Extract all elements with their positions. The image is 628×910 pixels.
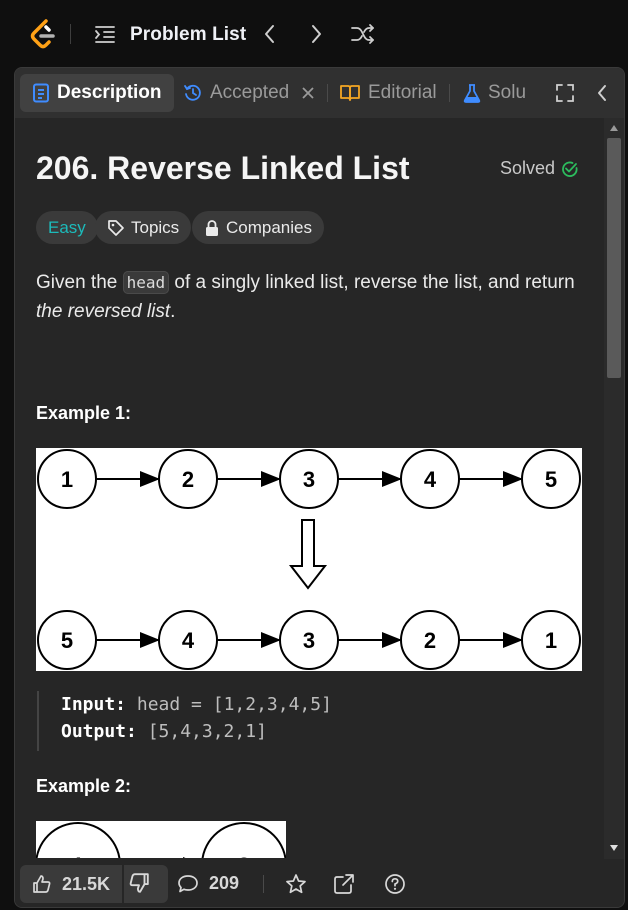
scrollbar[interactable] (604, 118, 624, 860)
close-icon[interactable] (301, 86, 315, 100)
lock-icon (206, 219, 218, 236)
tab-label: Description (57, 82, 162, 103)
like-count: 21.5K (62, 873, 111, 894)
example-1-io: Input: head = [1,2,3,4,5] Output: [5,4,3… (37, 691, 332, 751)
topics-label: Topics (131, 217, 180, 237)
tab-divider (449, 84, 450, 102)
tab-bar: Description Accepted Editorial Solu (15, 68, 624, 118)
document-icon (33, 83, 49, 103)
description-content: 206. Reverse Linked List Solved Easy Top… (15, 118, 604, 858)
example-2-diagram: 12 (36, 821, 286, 858)
thumbs-down-icon[interactable] (128, 872, 150, 894)
vote-divider (122, 865, 124, 903)
description-text: Given the (36, 272, 123, 293)
star-icon[interactable] (285, 873, 307, 895)
history-icon (184, 84, 201, 101)
scroll-thumb[interactable] (607, 138, 621, 378)
vote-group: 21.5K (20, 865, 168, 903)
diagram-row: 12 (36, 822, 286, 858)
help-icon[interactable] (384, 873, 406, 895)
list-icon[interactable] (94, 24, 116, 44)
list-node-value: 3 (303, 628, 315, 653)
description-emphasis: the reversed list (36, 301, 171, 322)
comment-count: 209 (209, 873, 240, 893)
tab-accepted[interactable]: Accepted (183, 74, 315, 112)
list-node-value: 4 (182, 628, 195, 653)
shuffle-icon[interactable] (350, 22, 376, 46)
tab-editorial[interactable]: Editorial (339, 74, 437, 112)
problem-list-link[interactable]: Problem List (130, 24, 246, 46)
tab-label: Accepted (210, 82, 290, 103)
down-arrow-shape (288, 519, 328, 590)
chevron-right-icon[interactable] (308, 22, 324, 46)
book-icon (340, 85, 360, 101)
list-node-value: 1 (545, 628, 557, 653)
action-bar: 21.5K 209 (15, 859, 624, 907)
tab-divider (327, 84, 328, 102)
problem-description: Given the head of a singly linked list, … (36, 268, 596, 326)
example-1-title: Example 1: (36, 403, 132, 423)
input-label: Input: (61, 694, 127, 715)
top-navigation-bar: Problem List (0, 0, 628, 68)
diagram-bottom-row: 5 4 3 2 1 (37, 610, 581, 670)
list-node-value: 1 (61, 467, 73, 492)
diagram-top-row: 1 2 3 4 5 (37, 449, 581, 509)
solved-label: Solved (500, 158, 556, 178)
comment-icon (178, 874, 198, 892)
tab-label: Solu (488, 82, 527, 103)
scroll-down-icon[interactable] (609, 844, 619, 852)
flask-icon (463, 84, 481, 103)
list-node-value: 1 (72, 853, 84, 858)
example-2-title: Example 2: (36, 776, 132, 796)
tag-icon (108, 219, 124, 236)
thumbs-up-icon (33, 875, 51, 893)
list-node-value: 3 (303, 467, 315, 492)
description-text: . (170, 301, 176, 322)
like-button[interactable]: 21.5K (20, 865, 122, 903)
companies-label: Companies (226, 217, 312, 237)
difficulty-badge: Easy (36, 211, 98, 244)
output-value: [5,4,3,2,1] (147, 721, 267, 742)
topics-button[interactable]: Topics (95, 211, 192, 244)
fullscreen-icon[interactable] (555, 83, 575, 103)
tab-description[interactable]: Description (20, 74, 174, 112)
problem-title: 206. Reverse Linked List (36, 150, 410, 186)
description-text: of a singly linked list, reverse the lis… (169, 272, 575, 293)
logo-icon[interactable] (28, 18, 58, 50)
list-node-value: 2 (424, 628, 436, 653)
problem-panel: Description Accepted Editorial Solu 206.… (14, 67, 625, 908)
list-node-value: 2 (238, 853, 250, 858)
share-icon[interactable] (333, 873, 355, 895)
action-divider (263, 875, 264, 893)
topbar-divider (70, 24, 71, 44)
input-value: head = [1,2,3,4,5] (136, 694, 332, 715)
companies-button[interactable]: Companies (192, 211, 324, 244)
scroll-up-icon[interactable] (609, 124, 619, 132)
list-node-value: 5 (545, 467, 557, 492)
example-1-diagram: 1 2 3 4 5 5 4 3 2 1 (36, 448, 582, 671)
output-label: Output: (61, 721, 137, 742)
list-node-value: 5 (61, 628, 73, 653)
chevron-left-icon[interactable] (262, 22, 278, 46)
list-node-value: 4 (424, 467, 437, 492)
tab-label: Editorial (368, 82, 437, 103)
tab-solutions[interactable]: Solu (463, 74, 526, 112)
comments-button[interactable]: 209 (177, 873, 239, 894)
collapse-chevron-icon[interactable] (595, 82, 609, 104)
solved-status: Solved (500, 158, 579, 179)
difficulty-label: Easy (48, 217, 86, 237)
list-node-value: 2 (182, 467, 194, 492)
check-circle-icon (562, 161, 578, 177)
inline-code: head (122, 271, 170, 294)
